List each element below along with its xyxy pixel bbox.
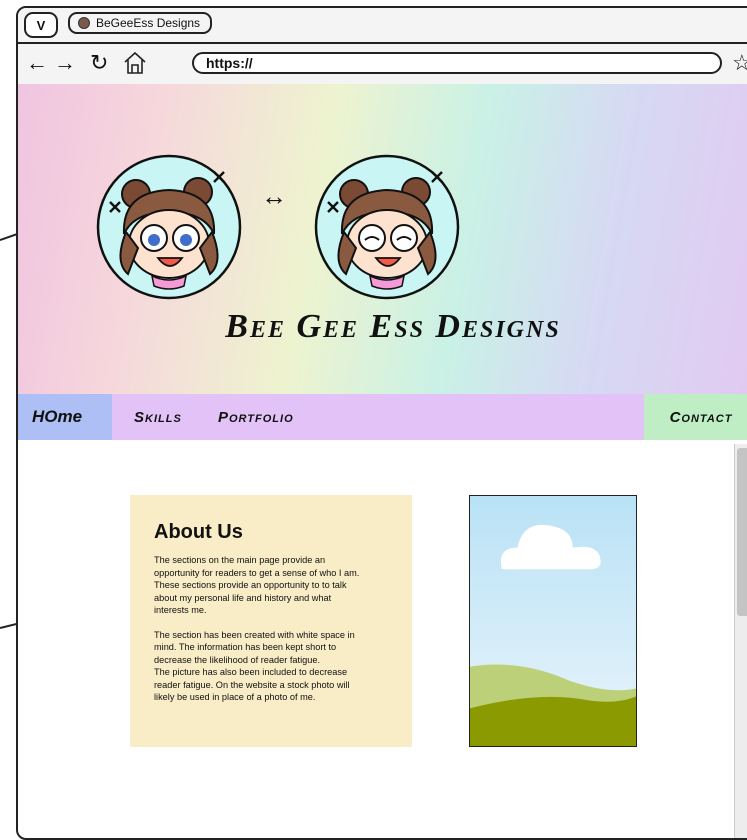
site-brand-title: Bee Gee Ess Designs [225, 308, 561, 345]
swap-arrow-icon: ↔ [261, 181, 287, 211]
tab-title: BeGeeEss Designs [96, 16, 201, 30]
home-icon[interactable] [122, 50, 148, 76]
about-us-paragraph-2: The section has been created with white … [154, 629, 355, 703]
browser-menu-button[interactable]: V [24, 12, 58, 38]
nav-skills-link[interactable]: Skills [134, 394, 182, 440]
hero-banner: ↔ Bee Gee Ess Designs [18, 84, 747, 394]
browser-window: V BeGeeEss Designs ← → ↻ https:// ☆ [16, 6, 747, 840]
tab-bar: V BeGeeEss Designs [18, 8, 747, 42]
favicon-icon [78, 17, 90, 29]
hill-front [470, 696, 636, 746]
star-icon[interactable]: ☆ [732, 50, 747, 76]
about-us-section: About Us The sections on the main page p… [130, 495, 412, 747]
url-input[interactable]: https:// [192, 52, 722, 74]
landscape-photo [469, 495, 637, 747]
site-navigation: HOme Skills Portfolio Contact [18, 394, 747, 440]
page-scrollbar[interactable] [734, 444, 747, 838]
nav-portfolio-link[interactable]: Portfolio [218, 394, 294, 440]
avatar-smiling-icon [314, 154, 460, 300]
about-us-paragraph-1: The sections on the main page provide an… [154, 555, 360, 616]
address-bar-row: ← → ↻ https:// ☆ [18, 42, 747, 86]
arrow-right-icon[interactable]: → [54, 52, 76, 74]
nav-home-link[interactable]: HOme [18, 394, 112, 440]
nav-contact-link[interactable]: Contact [644, 394, 747, 440]
reload-icon[interactable]: ↻ [90, 52, 108, 74]
about-us-heading: About Us [154, 521, 243, 543]
avatar-glasses-icon [96, 154, 242, 300]
scrollbar-thumb[interactable] [737, 448, 747, 616]
browser-tab[interactable]: BeGeeEss Designs [68, 12, 212, 34]
arrow-left-icon[interactable]: ← [26, 52, 48, 74]
